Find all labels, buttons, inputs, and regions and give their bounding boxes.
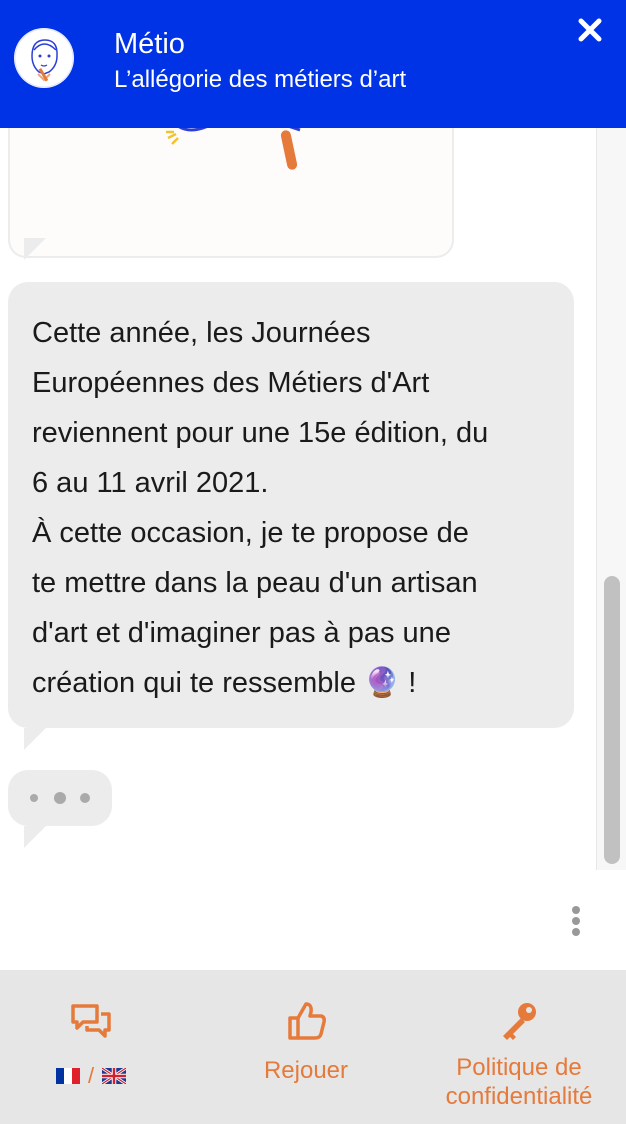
bot-message-bubble: Cette année, les Journées Européennes de… xyxy=(8,282,574,728)
more-options-button[interactable] xyxy=(566,904,586,936)
uk-flag-icon[interactable] xyxy=(102,1068,127,1084)
chat-messages[interactable]: Cette année, les Journées Européennes de… xyxy=(0,128,626,870)
typing-indicator xyxy=(8,770,112,826)
key-icon xyxy=(503,1003,536,1040)
privacy-label-line1: Politique de xyxy=(456,1054,582,1081)
chat-bubbles-icon xyxy=(71,1004,111,1038)
close-button[interactable] xyxy=(574,14,606,46)
image-message xyxy=(8,128,454,258)
close-icon xyxy=(578,18,602,42)
scrollbar-thumb[interactable] xyxy=(604,576,620,864)
bubble-tail xyxy=(24,238,46,260)
illustration-image xyxy=(166,128,301,170)
avatar xyxy=(14,28,74,88)
bot-name: Métio xyxy=(114,28,185,60)
privacy-policy-button[interactable]: Politique de confidentialité xyxy=(424,1000,614,1111)
footer-toolbar: / Rejouer Politique de confidentialité xyxy=(0,970,626,1124)
thumbs-up-icon xyxy=(288,1002,326,1040)
replay-label: Rejouer xyxy=(263,1057,349,1084)
language-button[interactable]: / xyxy=(36,1000,146,1089)
bubble-tail xyxy=(24,826,46,848)
language-separator: / xyxy=(87,1063,95,1088)
fr-flag-icon[interactable] xyxy=(55,1068,80,1084)
bot-message-text: Cette année, les Journées Européennes de… xyxy=(32,317,489,699)
bot-subtitle: L’allégorie des métiers d’art xyxy=(114,66,407,93)
replay-button[interactable]: Rejouer xyxy=(236,1000,376,1085)
bubble-tail xyxy=(24,728,46,750)
privacy-label-line2: confidentialité xyxy=(445,1083,593,1110)
chat-header: Métio L’allégorie des métiers d’art xyxy=(0,0,626,128)
